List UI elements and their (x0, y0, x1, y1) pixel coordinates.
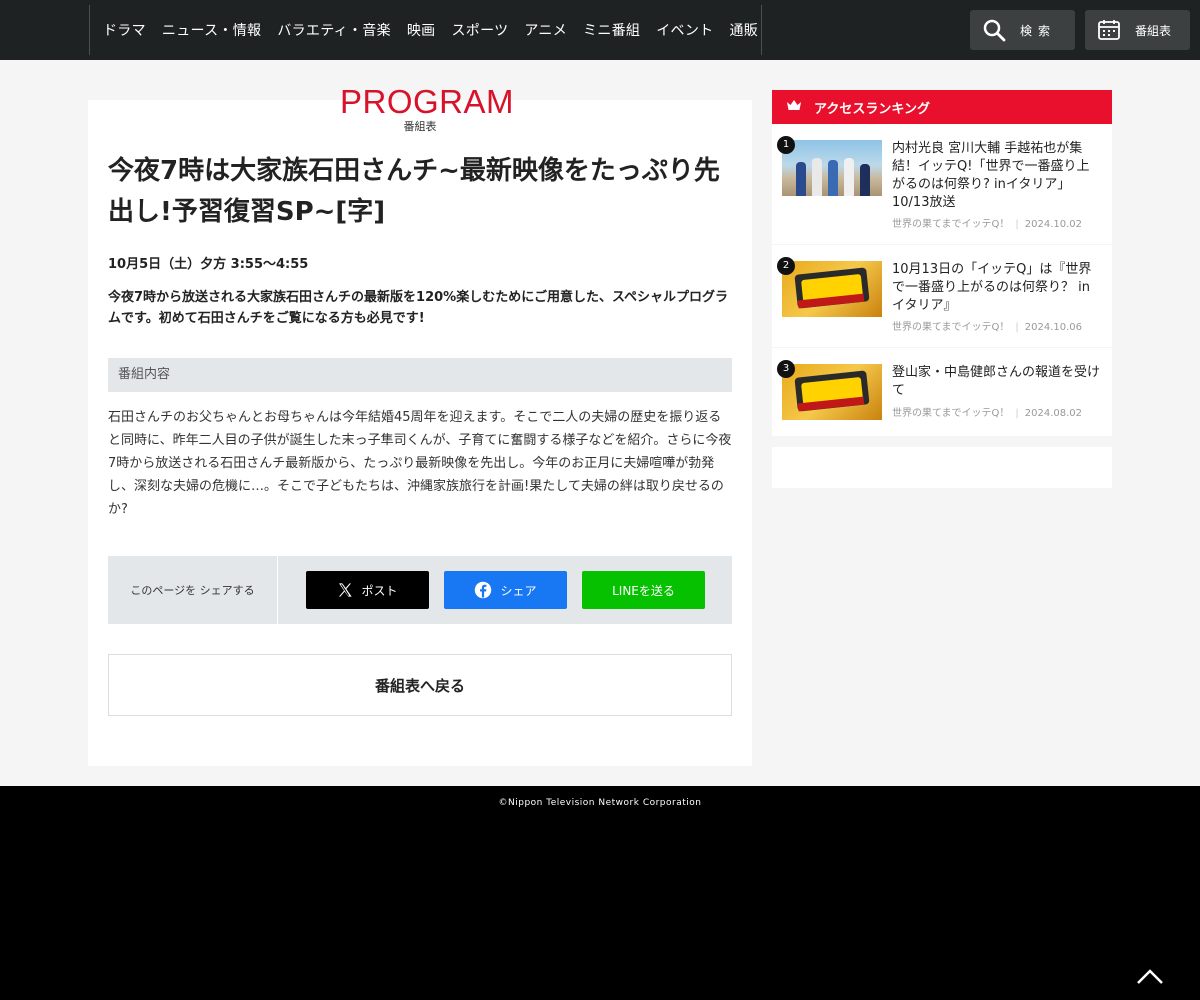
ranking-thumbnail (782, 364, 882, 420)
ranking-header: アクセスランキング (772, 90, 1112, 124)
ranking-item-1[interactable]: 1 内村光良 宮川大輔 手越祐也が集結！イッテQ!「世界で一番盛り上がるのは何祭… (772, 124, 1112, 244)
section-title-en: PROGRAM (340, 83, 515, 120)
ranking-item-meta: 世界の果てまでイッテQ！ | 2024.10.02 (892, 219, 1083, 230)
sidebar-ad-slot (772, 447, 1112, 488)
share-line-button[interactable]: LINEを送る (582, 571, 705, 609)
schedule-button[interactable]: 番組表 (1085, 10, 1190, 50)
section-heading: PROGRAM 番組表 (340, 83, 515, 134)
ranking-item-title: 登山家・中島健郎さんの報道を受けて (892, 365, 1101, 398)
ranking-item-date: 2024.08.02 (1024, 408, 1083, 419)
ranking-item-program: 世界の果てまでイッテQ！ (892, 322, 1010, 333)
ranking-item-program: 世界の果てまでイッテQ！ (892, 219, 1010, 230)
nav-item-variety[interactable]: バラエティ・音楽 (277, 20, 391, 40)
global-nav: ドラマ ニュース・情報 バラエティ・音楽 映画 スポーツ アニメ ミニ番組 イベ… (89, 5, 762, 55)
program-airdate: 10月5日（土）夕方 3:55〜4:55 (108, 257, 309, 272)
nav-item-anime[interactable]: アニメ (524, 20, 567, 40)
share-line-label: LINEを送る (612, 583, 675, 598)
nav-item-mini[interactable]: ミニ番組 (583, 20, 640, 40)
x-logo-icon (339, 583, 353, 597)
program-lead: 今夜7時から放送される大家族石田さんチの最新版を120%楽しむためにご用意した、… (108, 290, 729, 326)
ranking-item-meta: 世界の果てまでイッテQ！ | 2024.08.02 (892, 408, 1083, 419)
content-heading: 番組内容 (108, 358, 732, 392)
search-button[interactable]: 検索 (970, 10, 1075, 50)
chevron-up-icon (1137, 969, 1163, 984)
search-label: 検索 (1020, 23, 1057, 38)
facebook-icon (475, 581, 492, 599)
ranking-item-date: 2024.10.02 (1024, 219, 1083, 230)
site-footer: ©Nippon Television Network Corporation (0, 786, 1200, 1000)
ranking-item-title: 10月13日の「イッテQ」は『世界で一番盛り上がるのは何祭り？ in イタリア』 (892, 262, 1092, 313)
search-icon (982, 18, 1006, 42)
nav-item-movie[interactable]: 映画 (407, 20, 436, 40)
ranking-thumbnail (782, 140, 882, 196)
rank-badge: 2 (777, 257, 795, 275)
back-to-schedule-button[interactable]: 番組表へ戻る (108, 654, 732, 716)
copyright: ©Nippon Television Network Corporation (498, 798, 702, 808)
ranking-thumbnail (782, 261, 882, 317)
back-to-top-button[interactable] (1135, 966, 1165, 986)
section-title-ja: 番組表 (403, 120, 437, 133)
rank-badge: 1 (777, 136, 795, 154)
schedule-label: 番組表 (1135, 23, 1172, 38)
nav-item-shop[interactable]: 通販 (729, 20, 758, 40)
nav-item-drama[interactable]: ドラマ (103, 20, 146, 40)
ranking-item-title: 内村光良 宮川大輔 手越祐也が集結！イッテQ!「世界で一番盛り上がるのは何祭り?… (892, 141, 1090, 210)
calendar-icon (1097, 18, 1121, 42)
share-facebook-label: シェア (500, 583, 537, 598)
rank-badge: 3 (777, 360, 795, 378)
site-header: ドラマ ニュース・情報 バラエティ・音楽 映画 スポーツ アニメ ミニ番組 イベ… (0, 0, 1200, 60)
nav-item-sports[interactable]: スポーツ (451, 20, 508, 40)
ranking-item-3[interactable]: 3 登山家・中島健郎さんの報道を受けて 世界の果てまでイッテQ！ | 2024.08… (772, 348, 1112, 436)
nav-item-news[interactable]: ニュース・情報 (162, 20, 261, 40)
crown-icon (786, 99, 802, 115)
share-label: このページを シェアする (108, 556, 278, 624)
ranking-item-date: 2024.10.06 (1024, 322, 1083, 333)
share-bar: このページを シェアする ポスト シェア LINEを送る (108, 556, 732, 624)
program-content: 石田さんチのお父ちゃんとお母ちゃんは今年結婚45周年を迎えます。そこで二人の夫婦… (108, 410, 732, 517)
ranking-item-2[interactable]: 2 10月13日の「イッテQ」は『世界で一番盛り上がるのは何祭り？ in イタリ… (772, 245, 1112, 347)
program-title: 今夜7時は大家族石田さんチ~最新映像をたっぷり先出し!予習復習SP~[字] (108, 156, 720, 227)
ranking-item-meta: 世界の果てまでイッテQ！ | 2024.10.06 (892, 322, 1083, 333)
share-x-label: ポスト (361, 583, 398, 598)
share-x-button[interactable]: ポスト (306, 571, 429, 609)
ranking-item-program: 世界の果てまでイッテQ！ (892, 408, 1010, 419)
share-facebook-button[interactable]: シェア (444, 571, 567, 609)
nav-item-event[interactable]: イベント (656, 20, 713, 40)
ranking-title: アクセスランキング (814, 101, 930, 117)
